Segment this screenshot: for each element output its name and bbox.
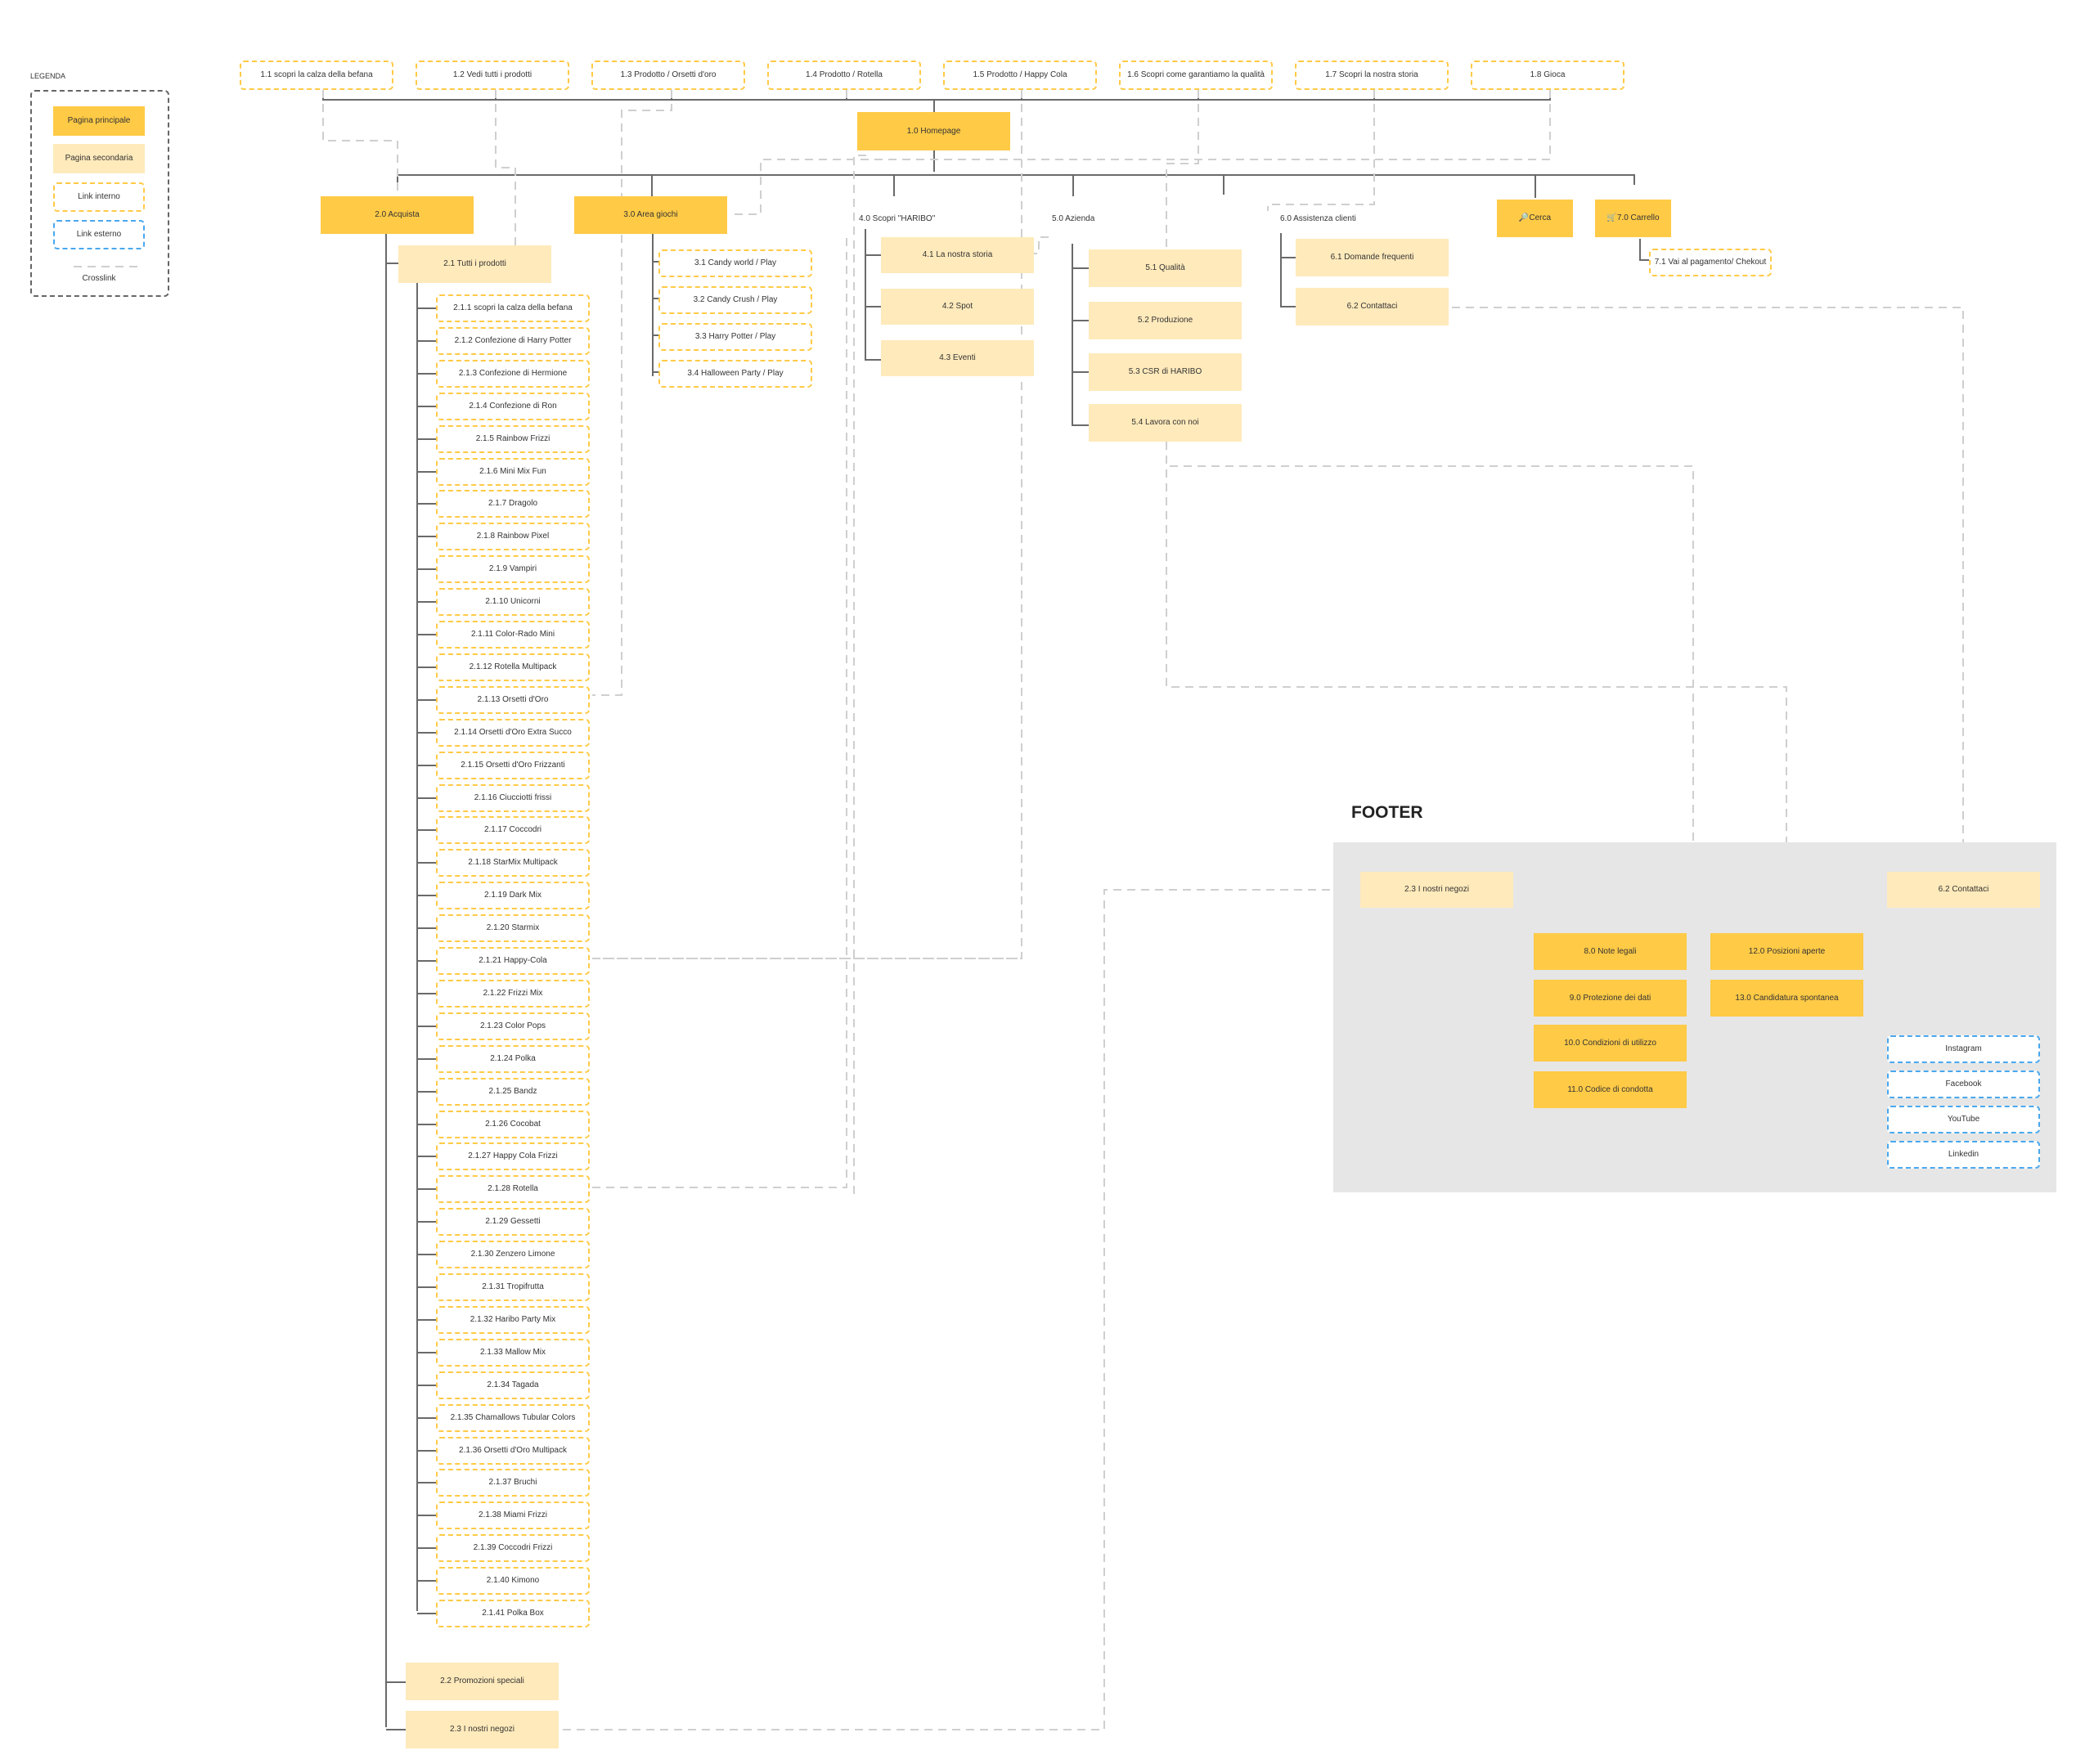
legend-main-page: Pagina principale bbox=[53, 106, 145, 136]
footer-condizioni-utilizzo[interactable]: 10.0 Condizioni di utilizzo bbox=[1534, 1025, 1687, 1062]
product-item[interactable]: 2.1.25 Bandz bbox=[436, 1078, 590, 1106]
product-item[interactable]: 2.1.7 Dragolo bbox=[436, 490, 590, 518]
product-item[interactable]: 2.1.6 Mini Mix Fun bbox=[436, 458, 590, 486]
azienda-produzione[interactable]: 5.2 Produzione bbox=[1089, 302, 1242, 339]
product-item[interactable]: 2.1.1 scopri la calza della befana bbox=[436, 294, 590, 322]
game-harry-potter[interactable]: 3.3 Harry Potter / Play bbox=[658, 323, 812, 351]
product-item[interactable]: 2.1.8 Rainbow Pixel bbox=[436, 523, 590, 550]
section-acquista[interactable]: 2.0 Acquista bbox=[321, 196, 474, 234]
homepage-link-1-6[interactable]: 1.6 Scopri come garantiamo la qualità bbox=[1119, 61, 1273, 90]
product-item[interactable]: 2.1.15 Orsetti d'Oro Frizzanti bbox=[436, 752, 590, 779]
product-item[interactable]: 2.1.9 Vampiri bbox=[436, 555, 590, 583]
product-item[interactable]: 2.1.36 Orsetti d'Oro Multipack bbox=[436, 1437, 590, 1465]
footer-protezione-dati[interactable]: 9.0 Protezione dei dati bbox=[1534, 980, 1687, 1017]
footer-youtube[interactable]: YouTube bbox=[1887, 1106, 2040, 1133]
product-item[interactable]: 2.1.30 Zenzero Limone bbox=[436, 1241, 590, 1268]
homepage-link-1-4[interactable]: 1.4 Prodotto / Rotella bbox=[767, 61, 921, 90]
legend-crosslink: Crosslink bbox=[82, 274, 116, 284]
acquista-tutti-prodotti[interactable]: 2.1 Tutti i prodotti bbox=[398, 245, 551, 283]
product-item[interactable]: 2.1.16 Ciucciotti frissi bbox=[436, 784, 590, 812]
product-item[interactable]: 2.1.26 Cocobat bbox=[436, 1111, 590, 1138]
homepage-link-1-5[interactable]: 1.5 Prodotto / Happy Cola bbox=[943, 61, 1097, 90]
homepage-link-1-2[interactable]: 1.2 Vedi tutti i prodotti bbox=[416, 61, 569, 90]
section-azienda[interactable]: 5.0 Azienda bbox=[1050, 211, 1132, 227]
product-item[interactable]: 2.1.13 Orsetti d'Oro bbox=[436, 686, 590, 714]
product-item[interactable]: 2.1.17 Coccodri bbox=[436, 816, 590, 844]
product-item[interactable]: 2.1.41 Polka Box bbox=[436, 1600, 590, 1627]
carrello-checkout[interactable]: 7.1 Vai al pagamento/ Chekout bbox=[1649, 249, 1772, 276]
azienda-csr[interactable]: 5.3 CSR di HARIBO bbox=[1089, 353, 1242, 391]
game-halloween-party[interactable]: 3.4 Halloween Party / Play bbox=[658, 360, 812, 388]
footer-candidatura-spontanea[interactable]: 13.0 Candidatura spontanea bbox=[1710, 980, 1863, 1017]
homepage-node[interactable]: 1.0 Homepage bbox=[857, 112, 1010, 150]
product-item[interactable]: 2.1.34 Tagada bbox=[436, 1371, 590, 1399]
product-item[interactable]: 2.1.37 Bruchi bbox=[436, 1469, 590, 1497]
footer-posizioni-aperte[interactable]: 12.0 Posizioni aperte bbox=[1710, 933, 1863, 970]
legend-internal-link: Link interno bbox=[53, 182, 145, 212]
product-item[interactable]: 2.1.35 Chamallows Tubular Colors bbox=[436, 1404, 590, 1432]
product-item[interactable]: 2.1.31 Tropifrutta bbox=[436, 1273, 590, 1301]
footer-codice-condotta[interactable]: 11.0 Codice di condotta bbox=[1534, 1071, 1687, 1108]
product-item[interactable]: 2.1.39 Coccodri Frizzi bbox=[436, 1534, 590, 1562]
section-area-giochi[interactable]: 3.0 Area giochi bbox=[574, 196, 727, 234]
section-assistenza-clienti[interactable]: 6.0 Assistenza clienti bbox=[1278, 211, 1401, 227]
game-candy-crush[interactable]: 3.2 Candy Crush / Play bbox=[658, 286, 812, 314]
legend-secondary-page: Pagina secondaria bbox=[53, 144, 145, 173]
product-item[interactable]: 2.1.24 Polka bbox=[436, 1045, 590, 1073]
product-item[interactable]: 2.1.18 StarMix Multipack bbox=[436, 849, 590, 877]
homepage-link-1-8[interactable]: 1.8 Gioca bbox=[1471, 61, 1624, 90]
product-item[interactable]: 2.1.10 Unicorni bbox=[436, 588, 590, 616]
homepage-link-1-7[interactable]: 1.7 Scopri la nostra storia bbox=[1295, 61, 1449, 90]
product-item[interactable]: 2.1.14 Orsetti d'Oro Extra Succo bbox=[436, 719, 590, 747]
section-cerca[interactable]: 🔎Cerca bbox=[1497, 200, 1573, 237]
footer-linkedin[interactable]: Linkedin bbox=[1887, 1141, 2040, 1169]
product-item[interactable]: 2.1.20 Starmix bbox=[436, 914, 590, 942]
product-item[interactable]: 2.1.29 Gessetti bbox=[436, 1208, 590, 1236]
footer-contattaci[interactable]: 6.2 Contattaci bbox=[1887, 872, 2040, 908]
product-item[interactable]: 2.1.27 Happy Cola Frizzi bbox=[436, 1142, 590, 1170]
azienda-lavora-con-noi[interactable]: 5.4 Lavora con noi bbox=[1089, 404, 1242, 442]
scopri-storia[interactable]: 4.1 La nostra storia bbox=[881, 237, 1034, 273]
product-item[interactable]: 2.1.4 Confezione di Ron bbox=[436, 393, 590, 420]
legend-external-link: Link esterno bbox=[53, 220, 145, 249]
homepage-link-1-3[interactable]: 1.3 Prodotto / Orsetti d'oro bbox=[591, 61, 745, 90]
section-carrello[interactable]: 🛒7.0 Carrello bbox=[1595, 200, 1671, 237]
footer-title: FOOTER bbox=[1351, 803, 1423, 822]
azienda-qualita[interactable]: 5.1 Qualità bbox=[1089, 249, 1242, 287]
product-item[interactable]: 2.1.23 Color Pops bbox=[436, 1012, 590, 1040]
product-item[interactable]: 2.1.33 Mallow Mix bbox=[436, 1339, 590, 1367]
acquista-negozi[interactable]: 2.3 I nostri negozi bbox=[406, 1711, 559, 1748]
product-connectors bbox=[417, 307, 436, 1614]
footer-negozi[interactable]: 2.3 I nostri negozi bbox=[1360, 872, 1513, 908]
product-item[interactable]: 2.1.38 Miami Frizzi bbox=[436, 1501, 590, 1529]
product-item[interactable]: 2.1.12 Rotella Multipack bbox=[436, 653, 590, 681]
scopri-eventi[interactable]: 4.3 Eventi bbox=[881, 340, 1034, 376]
product-item[interactable]: 2.1.22 Frizzi Mix bbox=[436, 980, 590, 1008]
scopri-spot[interactable]: 4.2 Spot bbox=[881, 289, 1034, 325]
product-item[interactable]: 2.1.5 Rainbow Frizzi bbox=[436, 425, 590, 453]
product-item[interactable]: 2.1.2 Confezione di Harry Potter bbox=[436, 327, 590, 355]
product-item[interactable]: 2.1.32 Haribo Party Mix bbox=[436, 1306, 590, 1334]
section-scopri-haribo[interactable]: 4.0 Scopri "HARIBO" bbox=[857, 211, 980, 227]
product-item[interactable]: 2.1.40 Kimono bbox=[436, 1567, 590, 1595]
product-item[interactable]: 2.1.3 Confezione di Hermione bbox=[436, 360, 590, 388]
product-item[interactable]: 2.1.11 Color-Rado Mini bbox=[436, 621, 590, 649]
product-item[interactable]: 2.1.19 Dark Mix bbox=[436, 882, 590, 909]
product-item[interactable]: 2.1.28 Rotella bbox=[436, 1175, 590, 1203]
footer-facebook[interactable]: Facebook bbox=[1887, 1071, 2040, 1098]
legend-title: LEGENDA bbox=[30, 72, 66, 80]
footer-note-legali[interactable]: 8.0 Note legali bbox=[1534, 933, 1687, 970]
acquista-promozioni[interactable]: 2.2 Promozioni speciali bbox=[406, 1663, 559, 1700]
assistenza-faq[interactable]: 6.1 Domande frequenti bbox=[1296, 239, 1449, 276]
footer-instagram[interactable]: Instagram bbox=[1887, 1035, 2040, 1063]
game-candy-world[interactable]: 3.1 Candy world / Play bbox=[658, 249, 812, 277]
assistenza-contattaci[interactable]: 6.2 Contattaci bbox=[1296, 288, 1449, 325]
homepage-link-1-1[interactable]: 1.1 scopri la calza della befana bbox=[240, 61, 393, 90]
product-item[interactable]: 2.1.21 Happy-Cola bbox=[436, 947, 590, 975]
